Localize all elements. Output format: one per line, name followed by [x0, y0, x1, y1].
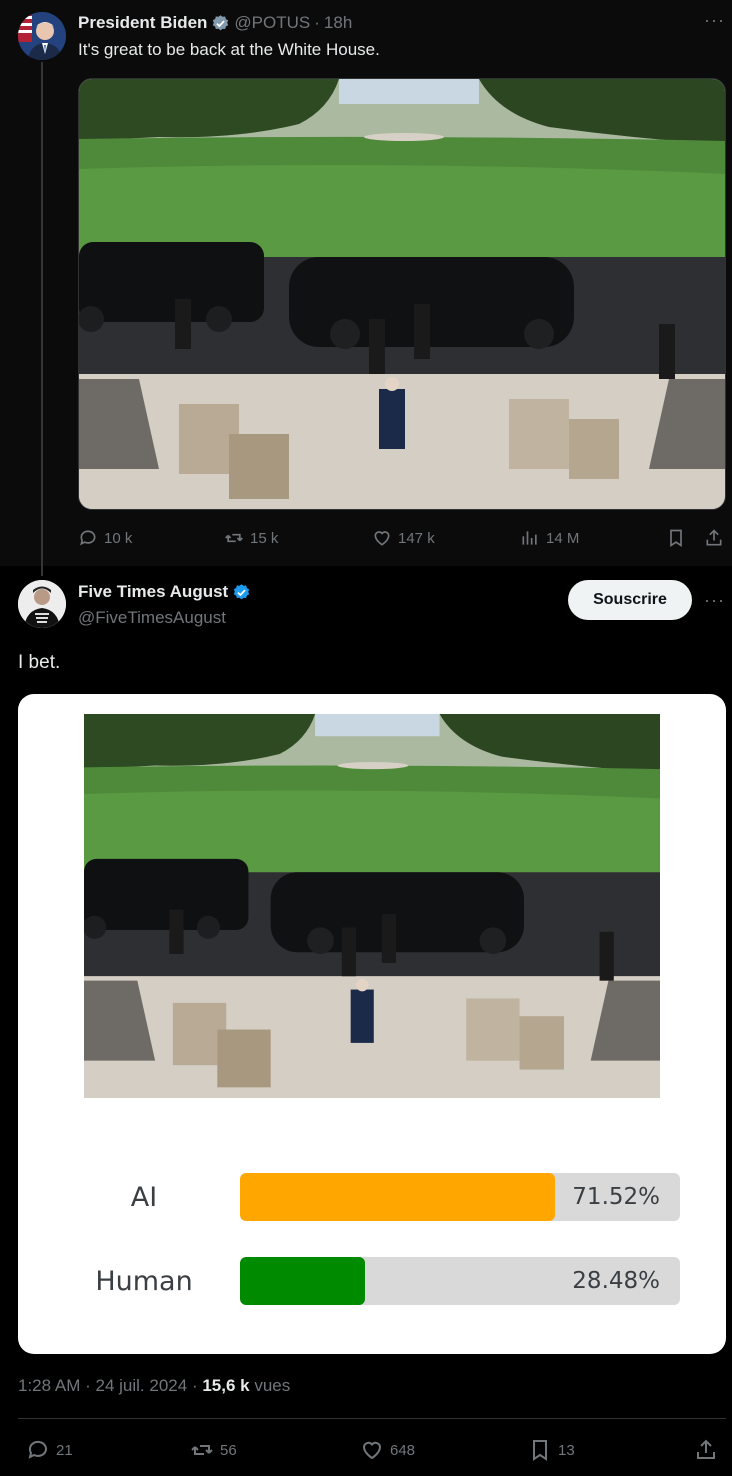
like-count: 147 k [398, 529, 435, 547]
divider [18, 1418, 726, 1419]
verified-blue-icon [234, 583, 250, 599]
tweet-meta: 1:28 AM · 24 juil. 2024 · 15,6 k vues [18, 1376, 290, 1396]
separator-dot: · [314, 13, 320, 32]
reply-count: 10 k [104, 529, 133, 547]
more-options-icon[interactable]: ··· [704, 10, 725, 31]
bookmark-button[interactable] [666, 528, 686, 548]
parent-tweet[interactable]: President Biden @POTUS · 18h ··· It's gr… [0, 0, 732, 576]
reply-count: 21 [56, 1441, 73, 1459]
tweet-time[interactable]: 1:28 AM [18, 1376, 80, 1395]
views-chart-icon [522, 531, 537, 545]
more-options-icon[interactable]: ··· [704, 590, 725, 611]
author-name[interactable]: President Biden [78, 13, 207, 33]
author-avatar[interactable] [18, 580, 66, 628]
poll-option-human: Human 28.48% [18, 1257, 726, 1307]
repost-icon [225, 533, 243, 543]
poll-bar-track: 28.48% [240, 1257, 680, 1305]
bookmark-icon [533, 1440, 547, 1461]
bookmark-icon [670, 529, 682, 548]
reply-button[interactable]: 21 [26, 1438, 73, 1462]
author-avatar[interactable] [18, 12, 66, 60]
separator-dot: · [85, 1376, 91, 1395]
poll-label: Human [95, 1266, 193, 1297]
repost-button[interactable]: 15 k [224, 528, 278, 548]
repost-count: 56 [220, 1441, 237, 1459]
views-label: vues [254, 1376, 291, 1395]
like-button[interactable]: 147 k [372, 528, 435, 548]
poll-bar-fill [240, 1173, 555, 1221]
separator-dot: · [191, 1376, 198, 1395]
main-author-header: Five Times August [78, 582, 251, 602]
author-name[interactable]: Five Times August [78, 582, 228, 602]
bookmark-count: 13 [558, 1441, 575, 1459]
tweet-text: It's great to be back at the White House… [78, 40, 380, 59]
poll-option-ai: AI 71.52% [18, 1173, 726, 1223]
views-count: 14 M [546, 529, 580, 547]
poll-bar-fill [240, 1257, 366, 1305]
heart-icon [374, 531, 390, 546]
poll-label: AI [130, 1182, 158, 1213]
share-button[interactable] [694, 1438, 718, 1462]
verified-gray-icon [213, 14, 229, 30]
author-handle[interactable]: @FiveTimesAugust [78, 608, 226, 628]
share-button[interactable] [704, 528, 724, 548]
author-handle[interactable]: @POTUS [234, 13, 310, 33]
share-icon [706, 529, 722, 546]
heart-icon [362, 1441, 382, 1460]
thread-line [41, 62, 43, 576]
views-button[interactable]: 14 M [520, 528, 579, 548]
tweet-date[interactable]: 24 juil. 2024 [96, 1376, 188, 1395]
reply-button[interactable]: 10 k [78, 528, 132, 548]
repost-button[interactable]: 56 [190, 1438, 237, 1462]
subscribe-button[interactable]: Souscrire [568, 580, 692, 620]
share-icon [697, 1439, 715, 1459]
parent-header: President Biden @POTUS · 18h [78, 12, 352, 34]
poll-bar-track: 71.52% [240, 1173, 680, 1221]
views-count: 15,6 k [202, 1376, 250, 1395]
card-photo [84, 714, 660, 1098]
reply-icon [28, 1440, 47, 1459]
tweet-time[interactable]: 18h [324, 13, 352, 33]
poll-percent: 71.52% [572, 1184, 660, 1210]
tweet-text: I bet. [18, 652, 61, 673]
like-count: 648 [390, 1441, 416, 1459]
like-button[interactable]: 648 [360, 1438, 415, 1462]
tweet-photo[interactable] [78, 78, 726, 510]
bookmark-button[interactable]: 13 [528, 1438, 575, 1462]
poll-percent: 28.48% [572, 1268, 660, 1294]
repost-icon [191, 1445, 213, 1455]
reply-icon [80, 530, 96, 546]
repost-count: 15 k [250, 529, 279, 547]
